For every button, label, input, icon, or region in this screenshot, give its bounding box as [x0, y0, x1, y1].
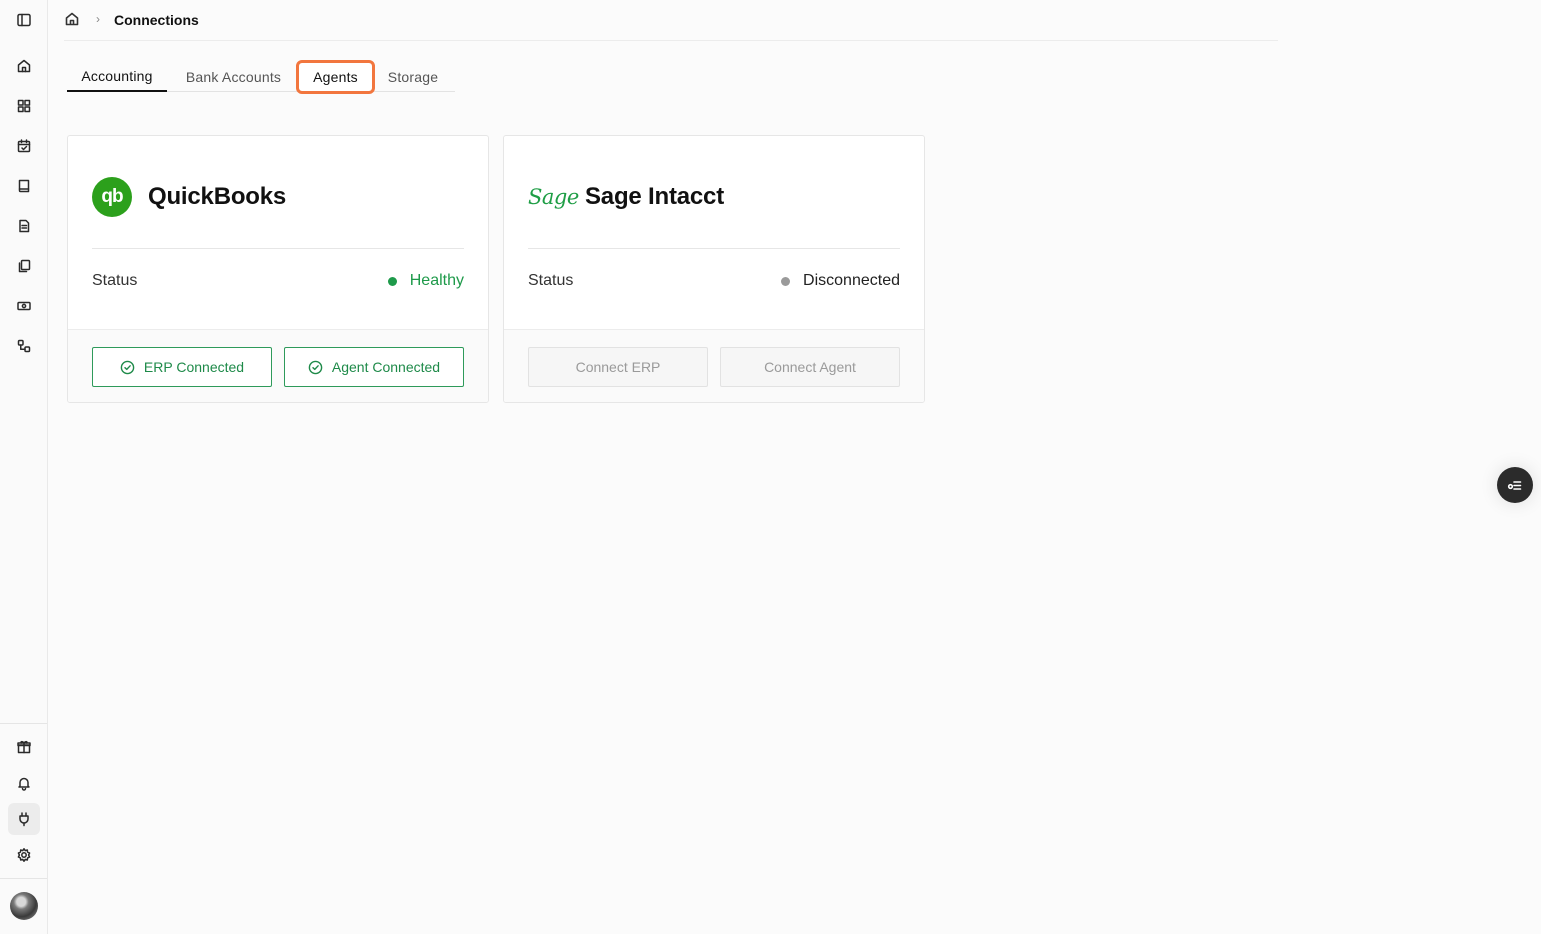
- book-icon[interactable]: [14, 176, 34, 196]
- sidebar-divider: [0, 878, 47, 879]
- check-circle-icon: [308, 360, 323, 375]
- sidebar-toggle-icon[interactable]: [14, 10, 34, 30]
- card-footer: Connect ERP Connect Agent: [504, 329, 924, 402]
- page-title: Connections: [114, 12, 199, 28]
- list-toggle-icon: [1507, 481, 1522, 490]
- card-title: Sage Intacct: [585, 183, 724, 210]
- card-header: Sage Sage Intacct: [528, 176, 724, 218]
- sidebar: [0, 0, 48, 934]
- status-value: Healthy: [409, 272, 464, 289]
- dashboard-icon[interactable]: [14, 96, 34, 116]
- card-title: QuickBooks: [148, 183, 287, 210]
- tab-bank-accounts[interactable]: Bank Accounts: [175, 62, 292, 92]
- home-icon[interactable]: [64, 11, 80, 27]
- calendar-icon[interactable]: [14, 136, 34, 156]
- check-circle-icon: [120, 360, 135, 375]
- files-icon[interactable]: [14, 256, 34, 276]
- status-dot-icon: [781, 276, 791, 286]
- status-badge: Disconnected: [781, 272, 900, 290]
- cash-icon[interactable]: [14, 296, 34, 316]
- quickbooks-logo-icon: qb: [92, 177, 132, 217]
- tab-agents[interactable]: Agents: [296, 60, 375, 94]
- agent-connected-button[interactable]: Agent Connected: [284, 347, 464, 387]
- status-dot-icon: [387, 276, 397, 286]
- avatar[interactable]: [10, 892, 38, 920]
- document-icon[interactable]: [14, 216, 34, 236]
- gear-icon[interactable]: [14, 845, 34, 865]
- card-header: qb QuickBooks: [92, 176, 286, 218]
- workflow-icon[interactable]: [14, 336, 34, 356]
- plug-icon[interactable]: [14, 809, 34, 829]
- status-badge: Healthy: [387, 272, 464, 290]
- bell-icon[interactable]: [14, 773, 34, 793]
- button-label: Agent Connected: [331, 359, 441, 375]
- sage-intacct-card: Sage Sage Intacct Status Disconnected Co…: [503, 135, 925, 403]
- sidebar-divider: [0, 723, 47, 724]
- breadcrumb: › Connections: [64, 0, 1278, 41]
- card-footer: ERP Connected Agent Connected: [68, 329, 488, 402]
- card-divider: [92, 248, 464, 249]
- tab-accounting[interactable]: Accounting: [67, 62, 167, 92]
- gift-icon[interactable]: [14, 737, 34, 757]
- sage-logo-icon: Sage: [528, 185, 579, 209]
- breadcrumb-separator: ›: [96, 12, 100, 26]
- home-icon[interactable]: [14, 56, 34, 76]
- tab-storage[interactable]: Storage: [377, 62, 449, 92]
- tab-bar: Accounting Bank Accounts Agents Storage: [67, 60, 455, 94]
- floating-menu-button[interactable]: [1497, 467, 1533, 503]
- connect-agent-button[interactable]: Connect Agent: [720, 347, 900, 387]
- card-divider: [528, 248, 900, 249]
- connect-erp-button[interactable]: Connect ERP: [528, 347, 708, 387]
- erp-connected-button[interactable]: ERP Connected: [92, 347, 272, 387]
- quickbooks-card: qb QuickBooks Status Healthy ERP Connect…: [67, 135, 489, 403]
- status-label: Status: [528, 272, 574, 289]
- button-label: ERP Connected: [143, 359, 245, 375]
- status-value: Disconnected: [803, 272, 900, 289]
- status-label: Status: [92, 272, 138, 289]
